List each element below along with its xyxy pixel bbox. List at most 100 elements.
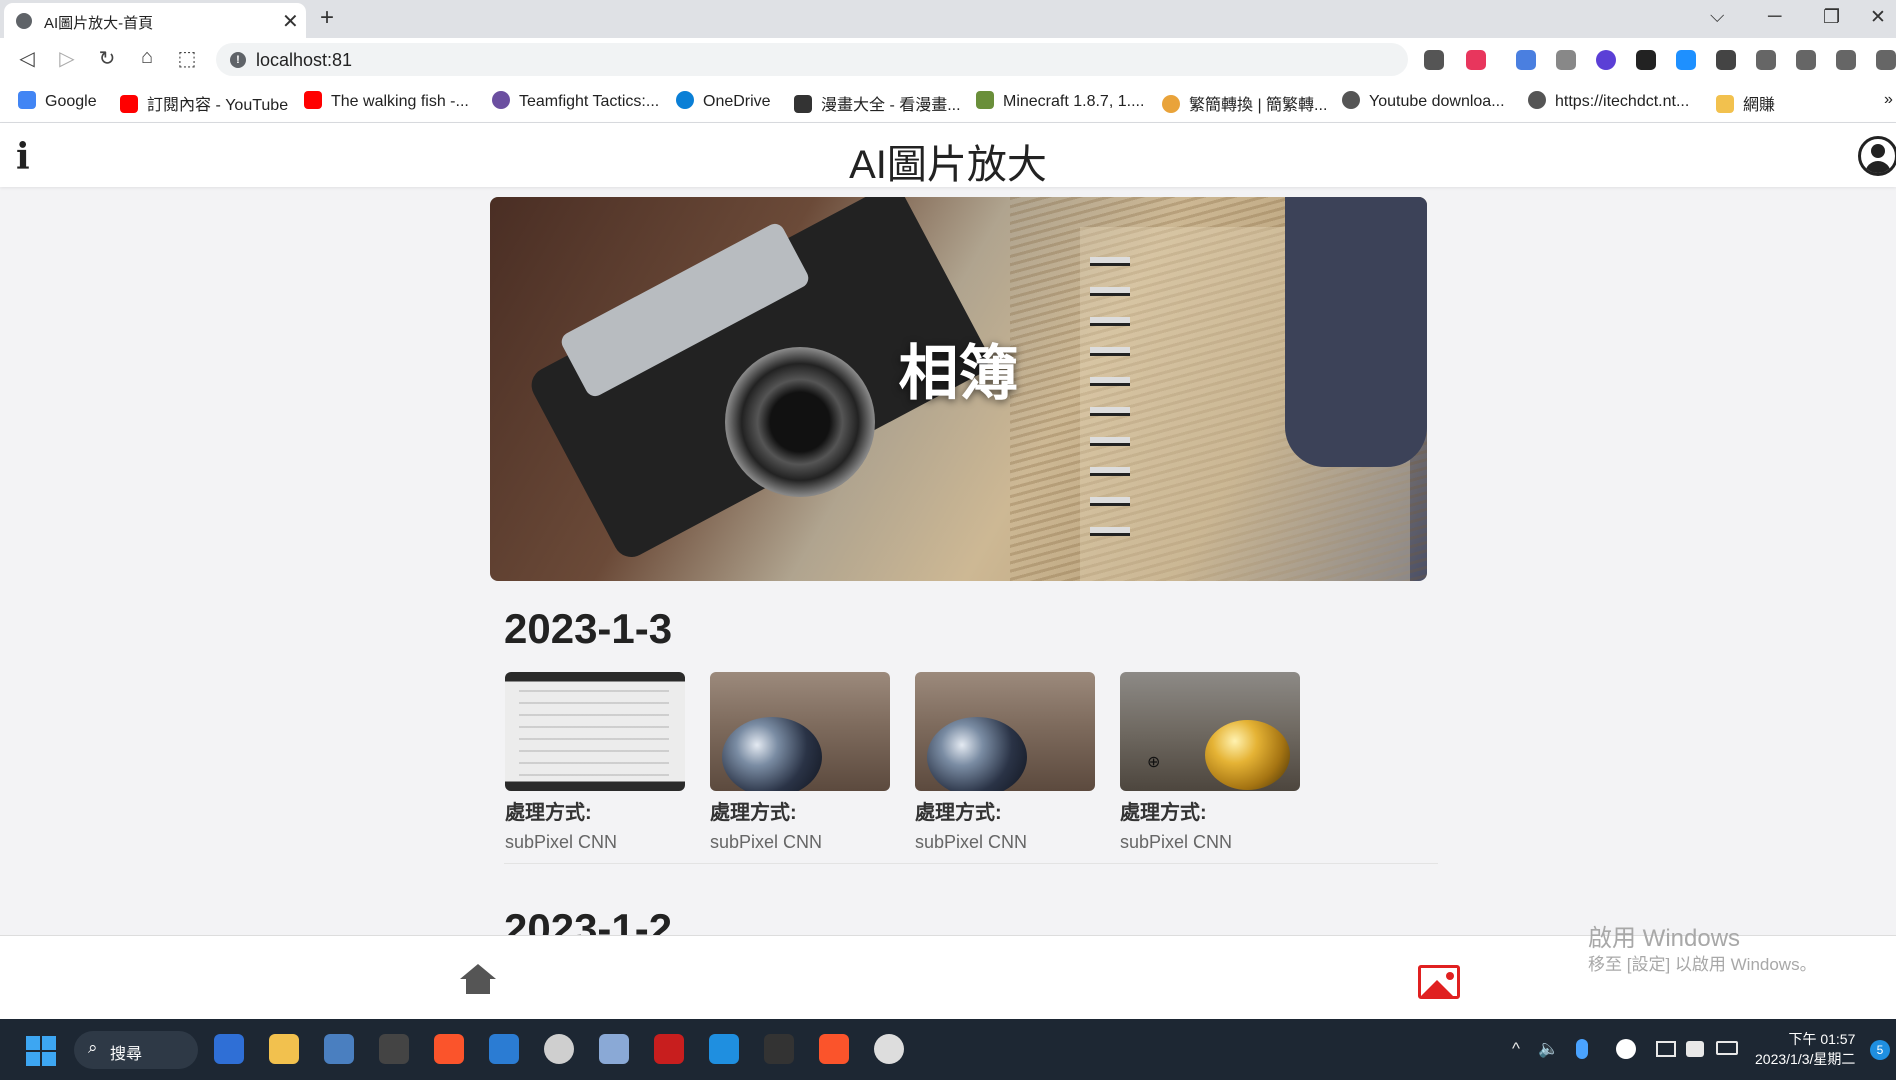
address-bar[interactable]: ! localhost:81 <box>216 43 1408 76</box>
store-icon[interactable] <box>214 1034 244 1064</box>
bookmark-icon[interactable]: ⬚ <box>174 46 200 71</box>
globe-icon <box>1528 91 1546 109</box>
battery-icon[interactable] <box>1716 1041 1738 1055</box>
photo-card[interactable]: 處理方式: subPixel CNN <box>505 672 685 853</box>
browser-toolbar: ◁ ▷ ↻ ⌂ ⬚ ! localhost:81 <box>0 38 1896 81</box>
home-icon[interactable]: ⌂ <box>134 46 160 69</box>
badge-extension-icon[interactable] <box>1636 50 1656 70</box>
file-explorer-icon[interactable] <box>269 1034 299 1064</box>
close-circle-icon[interactable] <box>1616 1039 1636 1059</box>
bookmark-youtube-subscriptions[interactable]: 訂閱內容 - YouTube <box>120 91 288 115</box>
tab-title: AI圖片放大-首頁 <box>44 15 154 32</box>
google-icon <box>18 91 36 109</box>
windows-taskbar: ⌕ 搜尋 ^ 🔈 下午 01:57 2023/1/3/星期二 5 <box>0 1019 1896 1080</box>
bookmarks-bar: Google 訂閱內容 - YouTube The walking fish -… <box>0 81 1896 123</box>
app-circle-icon[interactable] <box>544 1034 574 1064</box>
photo-thumbnail[interactable] <box>505 672 685 791</box>
home-nav-icon[interactable] <box>460 964 496 994</box>
new-tab-button[interactable]: + <box>320 4 334 32</box>
folder-icon <box>1716 95 1734 113</box>
calculator-icon[interactable] <box>324 1034 354 1064</box>
photo-card[interactable]: 處理方式: subPixel CNN <box>710 672 890 853</box>
wallet-icon[interactable] <box>1836 50 1856 70</box>
method-value: subPixel CNN <box>505 832 618 852</box>
taskbar-search[interactable]: ⌕ 搜尋 <box>74 1031 198 1069</box>
bookmark-folder[interactable]: 網賺 <box>1716 91 1775 115</box>
bookmark-minecraft[interactable]: Minecraft 1.8.7, 1.... <box>976 91 1144 111</box>
bookmark-onedrive[interactable]: OneDrive <box>676 91 771 111</box>
minimize-button[interactable]: ─ <box>1768 6 1781 28</box>
brave-icon[interactable] <box>819 1034 849 1064</box>
bookmark-itechdct[interactable]: https://itechdct.nt... <box>1528 91 1689 111</box>
bookmark-google[interactable]: Google <box>18 91 97 111</box>
tray-overflow-icon[interactable]: ^ <box>1512 1039 1520 1059</box>
brave-rewards-icon[interactable] <box>1466 50 1486 70</box>
video-editor-icon[interactable] <box>379 1034 409 1064</box>
user-account-icon[interactable] <box>1858 136 1896 176</box>
method-label: 處理方式: <box>710 802 797 824</box>
close-tab-icon[interactable]: ✕ <box>282 9 299 34</box>
taskbar-clock[interactable]: 下午 01:57 2023/1/3/星期二 <box>1755 1029 1855 1069</box>
back-icon[interactable]: ◁ <box>14 46 40 71</box>
method-label: 處理方式: <box>505 802 592 824</box>
brave-shields-icon[interactable] <box>1424 50 1444 70</box>
photo-card[interactable]: 處理方式: subPixel CNN <box>915 672 1095 853</box>
reload-icon[interactable]: ↻ <box>94 46 120 71</box>
info-icon[interactable]: i <box>16 136 30 178</box>
bookmark-manga[interactable]: 漫畫大全 - 看漫畫... <box>794 91 961 115</box>
bookmark-walking-fish[interactable]: The walking fish -... <box>304 91 469 111</box>
bookmark-youtube-downloader[interactable]: Youtube downloa... <box>1342 91 1505 111</box>
globe-icon <box>16 13 32 29</box>
album-hero-banner: 相簿 <box>490 197 1427 581</box>
volume-icon[interactable] <box>1686 1041 1704 1057</box>
method-label: 處理方式: <box>1120 802 1207 824</box>
shield-extension-icon[interactable] <box>1556 50 1576 70</box>
monitor-app-icon[interactable] <box>599 1034 629 1064</box>
microphone-icon[interactable] <box>1576 1039 1588 1059</box>
network-icon[interactable] <box>1656 1041 1676 1057</box>
youtube-icon <box>304 91 322 109</box>
close-window-button[interactable]: ✕ <box>1870 6 1886 29</box>
speaker-icon[interactable]: 🔈 <box>1538 1039 1559 1059</box>
bookmark-converter[interactable]: 繁簡轉換 | 簡繁轉... <box>1162 91 1327 115</box>
browser-tab-bar: AI圖片放大-首頁 ✕ + ⌵ ─ ❐ ✕ <box>0 0 1896 38</box>
terminal-icon[interactable] <box>764 1034 794 1064</box>
brave-icon[interactable] <box>434 1034 464 1064</box>
notepad-icon[interactable] <box>489 1034 519 1064</box>
page-title: AI圖片放大 <box>849 143 1047 187</box>
clock-date: 2023/1/3/星期二 <box>1755 1051 1856 1067</box>
gallery-nav-icon[interactable] <box>1418 965 1460 999</box>
downloader-extension-icon[interactable] <box>1596 50 1616 70</box>
globe-icon <box>1342 91 1360 109</box>
gaming-app-icon[interactable] <box>654 1034 684 1064</box>
notification-badge[interactable]: 5 <box>1870 1040 1890 1060</box>
extensions-puzzle-icon[interactable] <box>1716 50 1736 70</box>
photo-thumbnail[interactable] <box>710 672 890 791</box>
sidebar-icon[interactable] <box>1796 50 1816 70</box>
chrome-app-icon[interactable] <box>874 1034 904 1064</box>
manga-icon <box>794 95 812 113</box>
minecraft-icon <box>976 91 994 109</box>
photo-thumbnail[interactable] <box>915 672 1095 791</box>
start-button[interactable] <box>26 1036 56 1066</box>
restore-button[interactable]: ❐ <box>1823 6 1840 29</box>
photo-thumbnail[interactable]: ⊕ <box>1120 672 1300 791</box>
album-date-heading: 2023-1-3 <box>504 605 673 652</box>
media-queue-icon[interactable] <box>1756 50 1776 70</box>
menu-icon[interactable] <box>1876 50 1896 70</box>
url-text[interactable]: localhost:81 <box>256 50 352 71</box>
more-bookmarks-icon[interactable]: » <box>1884 91 1893 109</box>
tab-search-icon[interactable]: ⌵ <box>1710 6 1724 28</box>
browser-tab[interactable]: AI圖片放大-首頁 ✕ <box>4 3 306 38</box>
vscode-icon[interactable] <box>709 1034 739 1064</box>
hero-title: 相簿 <box>898 340 1019 407</box>
bookmark-teamfight-tactics[interactable]: Teamfight Tactics:... <box>492 91 659 111</box>
photo-card[interactable]: ⊕ 處理方式: subPixel CNN <box>1120 672 1300 853</box>
forward-icon[interactable]: ▷ <box>54 46 80 71</box>
youtube-icon <box>120 95 138 113</box>
album-divider <box>504 863 1438 864</box>
activation-watermark-subtitle: 移至 [設定] 以啟用 Windows。 <box>1588 955 1817 974</box>
site-info-icon[interactable]: ! <box>230 52 246 68</box>
translate-icon[interactable] <box>1516 50 1536 70</box>
audio-extension-icon[interactable] <box>1676 50 1696 70</box>
